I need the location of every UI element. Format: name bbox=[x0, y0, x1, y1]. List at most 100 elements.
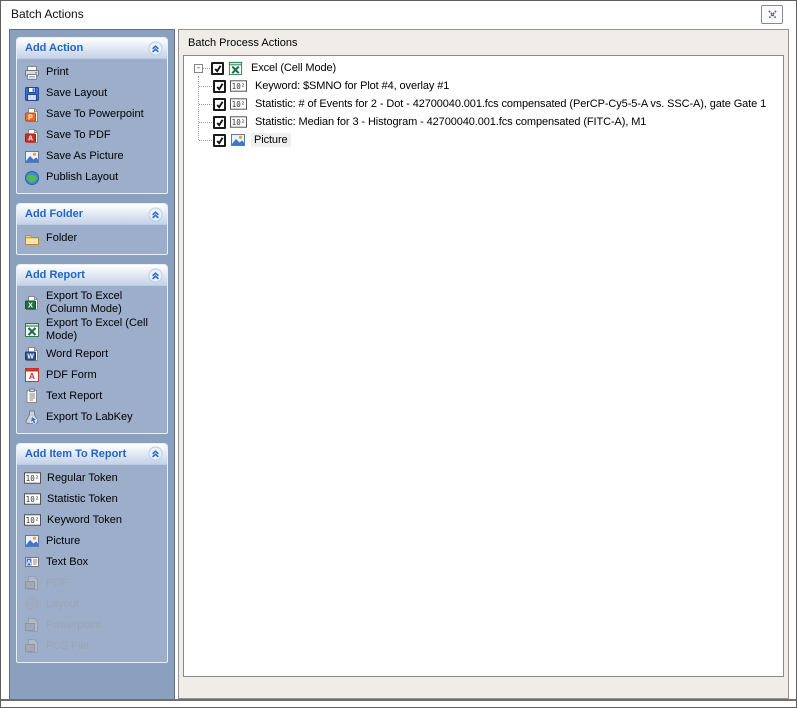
batch-actions-dialog: Batch Actions Add Action Print Save Layo… bbox=[0, 0, 797, 708]
panel-title: Add Report bbox=[25, 269, 85, 281]
svg-text:A: A bbox=[29, 371, 35, 381]
collapse-expander-icon[interactable]: - bbox=[194, 63, 203, 73]
collapse-chevron-icon[interactable] bbox=[148, 206, 163, 222]
panel-add-report-header[interactable]: Add Report bbox=[17, 265, 167, 286]
gray-page-icon bbox=[25, 618, 38, 633]
picture-icon bbox=[25, 535, 39, 548]
tree-label-selected[interactable]: Picture bbox=[251, 133, 291, 147]
collapse-chevron-icon[interactable] bbox=[148, 446, 163, 461]
checkbox-checked[interactable] bbox=[213, 97, 226, 111]
labkey-icon bbox=[25, 410, 39, 425]
gray-page-icon bbox=[25, 639, 38, 654]
title-bar: Batch Actions bbox=[1, 1, 796, 28]
checkmark-icon bbox=[216, 136, 224, 144]
sidebar-item-export-excel-cell[interactable]: Export To Excel (Cell Mode) bbox=[24, 316, 164, 343]
sidebar-item-text-report[interactable]: Text Report bbox=[24, 386, 164, 407]
sidebar-item-regular-token[interactable]: 10² Regular Token bbox=[24, 468, 164, 489]
excel-grid-icon bbox=[228, 60, 243, 76]
token-icon: 10² bbox=[230, 116, 247, 128]
folder-icon bbox=[25, 234, 39, 245]
tree-label[interactable]: Statistic: Median for 3 - Histogram - 42… bbox=[252, 115, 649, 129]
sidebar-item-save-to-pdf[interactable]: A Save To PDF bbox=[24, 125, 164, 146]
collapse-chevron-icon[interactable] bbox=[148, 40, 163, 56]
svg-text:10²: 10² bbox=[26, 516, 40, 525]
svg-text:10²: 10² bbox=[232, 118, 246, 127]
checkmark-icon bbox=[216, 82, 224, 90]
panel-add-folder-header[interactable]: Add Folder bbox=[17, 204, 167, 225]
window-title: Batch Actions bbox=[11, 7, 84, 21]
panel-add-action-header[interactable]: Add Action bbox=[17, 38, 167, 59]
sidebar-item-publish-layout[interactable]: Publish Layout bbox=[24, 167, 164, 188]
sidebar-item-word-report[interactable]: W Word Report bbox=[24, 344, 164, 365]
tree-row-excel-cell-mode[interactable]: - Excel (Cell Mode) bbox=[190, 59, 781, 77]
svg-text:10²: 10² bbox=[232, 82, 246, 91]
svg-text:10²: 10² bbox=[26, 495, 40, 504]
sidebar-item-layout-disabled: Layout bbox=[24, 594, 164, 615]
sidebar-item-save-layout[interactable]: Save Layout bbox=[24, 83, 164, 104]
printer-icon bbox=[25, 65, 39, 80]
token-icon: 10² bbox=[24, 493, 41, 505]
tree-label[interactable]: Statistic: # of Events for 2 - Dot - 427… bbox=[252, 97, 769, 111]
excel-page-icon: X bbox=[25, 295, 38, 310]
tree-row-keyword[interactable]: 10² Keyword: $SMNO for Plot #4, overlay … bbox=[190, 77, 781, 95]
checkmark-icon bbox=[216, 118, 224, 126]
checkbox-checked[interactable] bbox=[213, 133, 226, 147]
picture-icon bbox=[25, 150, 39, 163]
checkmark-icon bbox=[214, 64, 222, 72]
globe-icon bbox=[25, 170, 39, 185]
tree-row-picture[interactable]: Picture bbox=[190, 131, 781, 149]
powerpoint-page-icon: P bbox=[25, 107, 38, 122]
sidebar-item-fcs-file-disabled: FCS File bbox=[24, 636, 164, 657]
collapse-chevron-icon[interactable] bbox=[148, 267, 163, 283]
textbox-icon: A bbox=[25, 557, 39, 568]
panel-add-item-to-report-header[interactable]: Add Item To Report bbox=[17, 443, 167, 465]
tree-connector-line bbox=[198, 76, 199, 140]
tree-label[interactable]: Keyword: $SMNO for Plot #4, overlay #1 bbox=[252, 79, 452, 93]
svg-text:P: P bbox=[28, 114, 33, 121]
pdf-page-icon: A bbox=[25, 128, 38, 143]
sidebar-item-picture[interactable]: Picture bbox=[24, 531, 164, 552]
picture-icon bbox=[231, 134, 245, 146]
svg-text:A: A bbox=[27, 559, 32, 566]
tree-connector bbox=[199, 103, 212, 105]
sidebar-item-print[interactable]: Print bbox=[24, 62, 164, 83]
checkbox-checked[interactable] bbox=[213, 115, 226, 129]
word-page-icon: W bbox=[25, 347, 38, 362]
checkbox-checked[interactable] bbox=[211, 61, 224, 75]
token-icon: 10² bbox=[230, 98, 247, 110]
panel-title: Add Item To Report bbox=[25, 447, 127, 460]
sidebar-item-statistic-token[interactable]: 10² Statistic Token bbox=[24, 489, 164, 510]
tree-row-statistic-events[interactable]: 10² Statistic: # of Events for 2 - Dot -… bbox=[190, 95, 781, 113]
panel-add-action: Add Action Print Save Layout P Save To P… bbox=[16, 37, 168, 194]
sidebar-item-pdf-form[interactable]: A PDF Form bbox=[24, 365, 164, 386]
panel-title: Add Folder bbox=[25, 208, 84, 220]
token-icon: 10² bbox=[24, 514, 41, 526]
tree-connector bbox=[203, 67, 210, 69]
svg-text:A: A bbox=[28, 135, 33, 142]
sidebar-item-save-as-picture[interactable]: Save As Picture bbox=[24, 146, 164, 167]
sidebar-item-keyword-token[interactable]: 10² Keyword Token bbox=[24, 510, 164, 531]
sidebar-item-text-box[interactable]: A Text Box bbox=[24, 552, 164, 573]
batch-actions-tree: - Excel (Cell Mode) 10² Keyword: $SMNO f… bbox=[183, 55, 784, 677]
sidebar-item-save-to-powerpoint[interactable]: P Save To Powerpoint bbox=[24, 104, 164, 125]
panel-title: Add Action bbox=[25, 42, 84, 54]
panel-add-folder: Add Folder Folder bbox=[16, 203, 168, 255]
sidebar-item-export-labkey[interactable]: Export To LabKey bbox=[24, 407, 164, 428]
sidebar-item-folder[interactable]: Folder bbox=[24, 228, 164, 249]
text-report-icon bbox=[26, 388, 37, 404]
checkbox-checked[interactable] bbox=[213, 79, 226, 93]
close-icon bbox=[767, 10, 777, 19]
tree-label[interactable]: Excel (Cell Mode) bbox=[248, 61, 339, 75]
svg-text:W: W bbox=[27, 353, 34, 360]
sidebar-item-powerpoint-disabled: Powerpoint bbox=[24, 615, 164, 636]
tree-row-statistic-median[interactable]: 10² Statistic: Median for 3 - Histogram … bbox=[190, 113, 781, 131]
sidebar-item-export-excel-column[interactable]: X Export To Excel (Column Mode) bbox=[24, 289, 164, 316]
checkmark-icon bbox=[216, 100, 224, 108]
tree-connector bbox=[199, 121, 212, 123]
token-icon: 10² bbox=[24, 472, 41, 484]
close-button[interactable] bbox=[761, 5, 783, 24]
gray-page-icon bbox=[25, 576, 38, 591]
tree-connector bbox=[199, 85, 212, 87]
svg-text:10²: 10² bbox=[26, 474, 40, 483]
token-icon: 10² bbox=[230, 80, 247, 92]
